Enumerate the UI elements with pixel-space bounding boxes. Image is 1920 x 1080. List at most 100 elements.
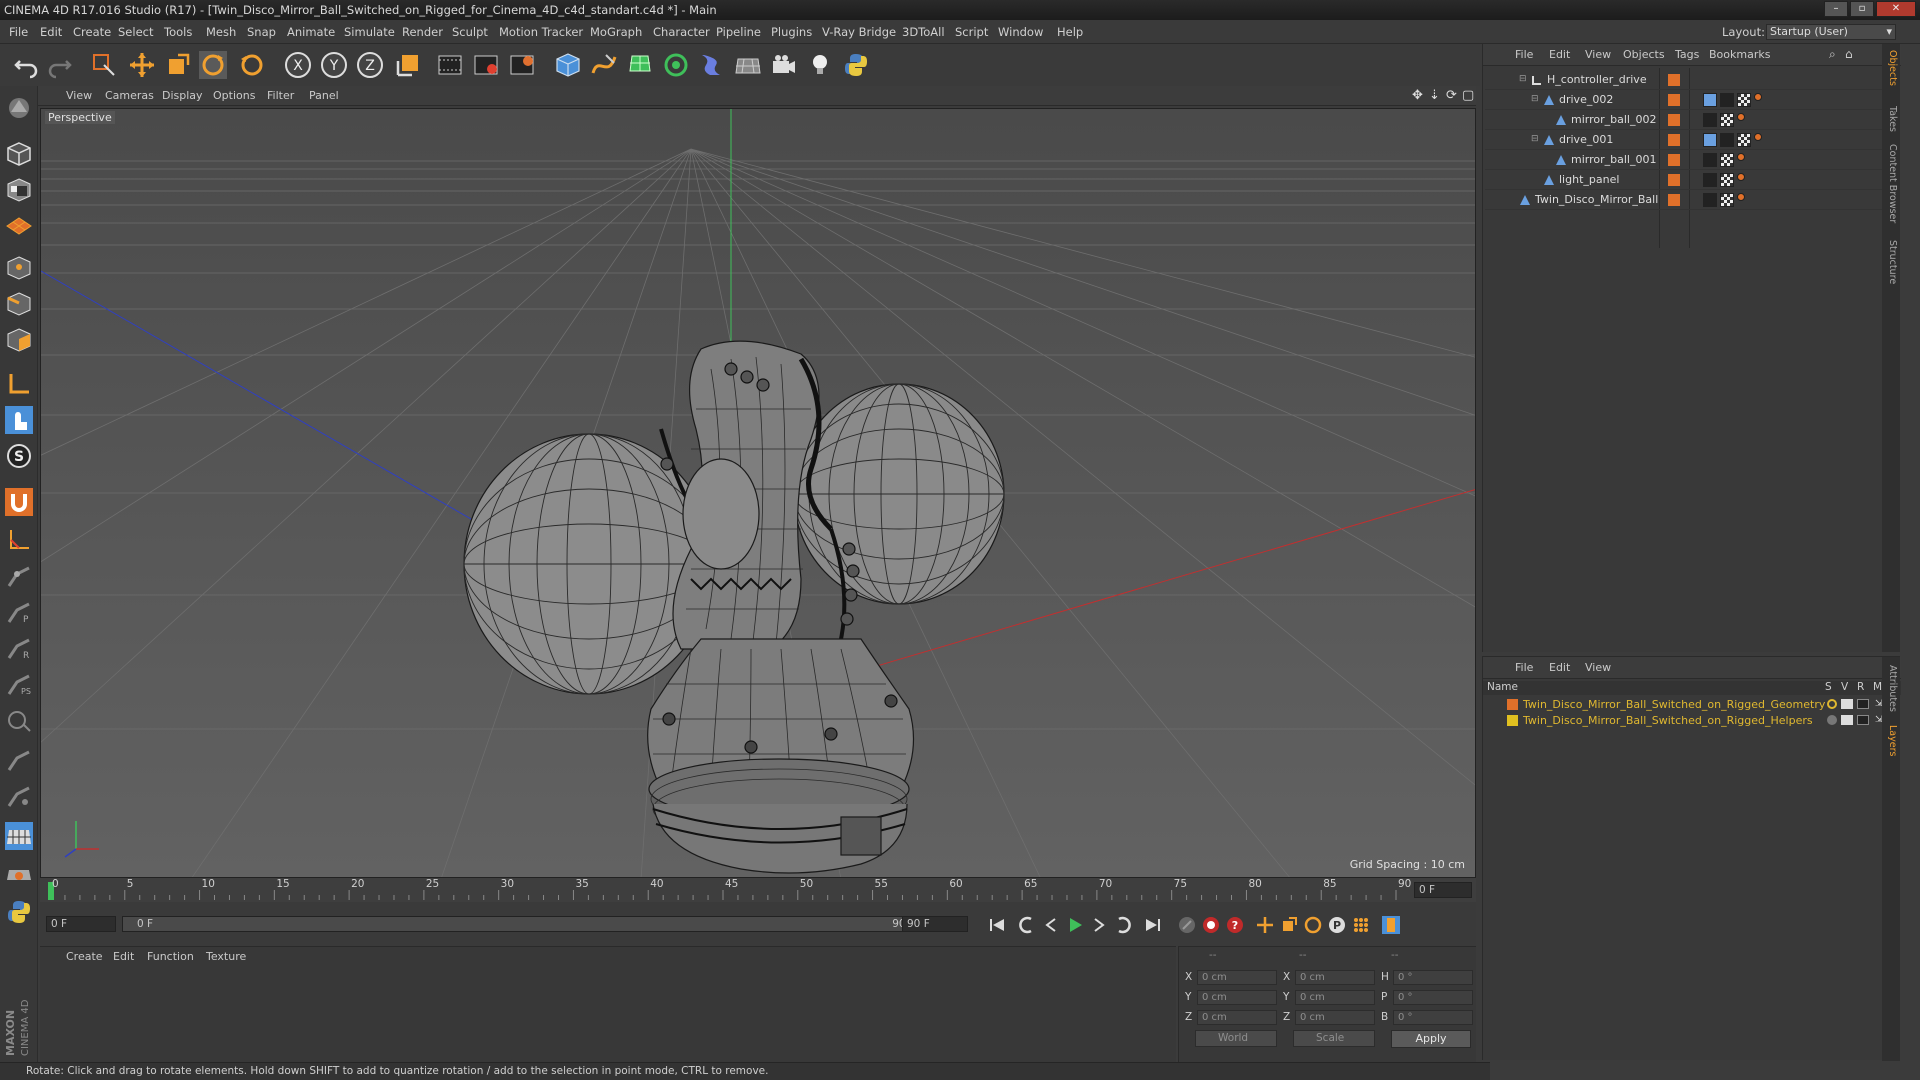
obj-menu-objects[interactable]: Objects [1623, 44, 1665, 66]
coord-rot-p-field[interactable]: 0 ° [1393, 990, 1473, 1005]
render-picture-viewer-icon[interactable] [470, 49, 502, 81]
key-rotation-icon[interactable] [1302, 914, 1324, 936]
ik-tag-icon[interactable] [1703, 133, 1717, 147]
texture-tag-icon[interactable] [1720, 153, 1734, 167]
display-tag-icon[interactable] [1720, 93, 1734, 107]
subdivision-icon[interactable] [624, 49, 656, 81]
obj-menu-edit[interactable]: Edit [1549, 44, 1570, 66]
tag-dot-icon[interactable] [1737, 173, 1745, 181]
obj-menu-tags[interactable]: Tags [1675, 44, 1699, 66]
keyframe-selection-icon[interactable]: ? [1224, 914, 1246, 936]
snap-icon[interactable]: S [3, 440, 35, 472]
layer-color-swatch[interactable] [1668, 154, 1680, 166]
coord-rot-h-field[interactable]: 0 ° [1393, 970, 1473, 985]
viewport-menu-view[interactable]: View [66, 86, 92, 106]
start-frame-field[interactable]: 0 F [46, 916, 116, 932]
coord-size-z-field[interactable]: 0 cm [1295, 1010, 1375, 1025]
material-menu-function[interactable]: Function [147, 947, 194, 967]
texture-tag-icon[interactable] [1720, 173, 1734, 187]
texture-tag-icon[interactable] [1737, 93, 1751, 107]
pose-morph-icon[interactable] [3, 704, 35, 736]
redo-icon[interactable] [44, 49, 76, 81]
play-icon[interactable] [1064, 914, 1086, 936]
checkered-plane-icon[interactable] [3, 820, 35, 852]
axis-mode-icon[interactable] [3, 368, 35, 400]
timeline-layout-icon[interactable] [1380, 914, 1402, 936]
obj-menu-file[interactable]: File [1515, 44, 1533, 66]
menu-motion-tracker[interactable]: Motion Tracker [499, 20, 583, 44]
menu-pipeline[interactable]: Pipeline [716, 20, 761, 44]
next-key-icon[interactable] [1112, 914, 1134, 936]
viewport-menu-cameras[interactable]: Cameras [105, 86, 154, 106]
texture-tag-icon[interactable] [1720, 193, 1734, 207]
layer-menu-view[interactable]: View [1585, 657, 1611, 679]
obj-home-icon[interactable]: ⌂ [1845, 47, 1853, 61]
obj-menu-bookmarks[interactable]: Bookmarks [1709, 44, 1770, 66]
menu-simulate[interactable]: Simulate [344, 20, 395, 44]
workplane-icon[interactable] [3, 210, 35, 242]
side-tab-objects[interactable]: Objects [1884, 50, 1898, 86]
texture-mode-icon[interactable] [3, 174, 35, 206]
points-mode-icon[interactable] [3, 252, 35, 284]
previous-frame-icon[interactable] [1040, 914, 1062, 936]
layout-dropdown[interactable]: Startup (User) [1766, 24, 1896, 40]
solo-toggle-icon[interactable] [1827, 715, 1837, 725]
key-pla-icon[interactable] [1350, 914, 1372, 936]
side-tab-takes[interactable]: Takes [1884, 106, 1898, 132]
material-menu-edit[interactable]: Edit [113, 947, 134, 967]
object-row-twin-disco-mirror-ball[interactable]: Twin_Disco_Mirror_Ball [1485, 190, 1899, 210]
object-row-light-panel[interactable]: light_panel [1485, 170, 1899, 190]
menu-create[interactable]: Create [73, 20, 111, 44]
undo-icon[interactable] [10, 49, 42, 81]
collapse-icon[interactable]: ⊟ [1519, 74, 1527, 84]
coordinate-system-icon[interactable] [392, 49, 424, 81]
viewport-menu-options[interactable]: Options [213, 86, 255, 106]
menu-mesh[interactable]: Mesh [206, 20, 236, 44]
viewport-maximize-icon[interactable]: ▢ [1462, 88, 1474, 103]
coord-size-x-field[interactable]: 0 cm [1295, 970, 1375, 985]
viewport-menu-display[interactable]: Display [162, 86, 203, 106]
viewport-zoom-icon[interactable]: ⇣ [1429, 88, 1440, 103]
tag-dot-icon[interactable] [1737, 113, 1745, 121]
layer-row-geometry[interactable]: Twin_Disco_Mirror_Ball_Switched_on_Rigge… [1483, 697, 1901, 712]
model-mode-icon[interactable] [3, 138, 35, 170]
object-row-mirror-ball-002[interactable]: mirror_ball_002 [1485, 110, 1899, 130]
menu-character[interactable]: Character [653, 20, 710, 44]
material-menu-create[interactable]: Create [66, 947, 103, 967]
edges-mode-icon[interactable] [3, 288, 35, 320]
next-frame-icon[interactable] [1088, 914, 1110, 936]
menu-script[interactable]: Script [955, 20, 988, 44]
brush-tool-icon[interactable] [3, 744, 35, 776]
z-axis-icon[interactable]: Z [354, 49, 386, 81]
viewport-rotate-icon[interactable]: ⟳ [1446, 88, 1457, 103]
side-tab-layers[interactable]: Layers [1884, 725, 1898, 756]
menu-sculpt[interactable]: Sculpt [452, 20, 488, 44]
menu-window[interactable]: Window [998, 20, 1043, 44]
layer-row-helpers[interactable]: Twin_Disco_Mirror_Ball_Switched_on_Rigge… [1483, 713, 1901, 728]
key-scale-icon[interactable] [1278, 914, 1300, 936]
make-editable-icon[interactable] [3, 92, 35, 124]
display-tag-icon[interactable] [1720, 133, 1734, 147]
layer-menu-edit[interactable]: Edit [1549, 657, 1570, 679]
ik-tag-icon[interactable] [1703, 93, 1717, 107]
go-to-end-icon[interactable] [1142, 914, 1164, 936]
object-row-mirror-ball-001[interactable]: mirror_ball_001 [1485, 150, 1899, 170]
key-position-icon[interactable] [1254, 914, 1276, 936]
viewport-camera-label[interactable]: Perspective [45, 111, 115, 124]
texture-tag-icon[interactable] [1737, 133, 1751, 147]
coord-size-y-field[interactable]: 0 cm [1295, 990, 1375, 1005]
ik-tool-icon[interactable] [3, 560, 35, 592]
coord-pos-x-field[interactable]: 0 cm [1197, 970, 1277, 985]
coord-scale-dropdown[interactable]: Scale [1293, 1030, 1375, 1047]
end-frame-field[interactable]: 90 F [902, 916, 968, 932]
render-toggle-icon[interactable] [1857, 715, 1869, 725]
deformer-icon[interactable] [696, 49, 728, 81]
layer-color-swatch[interactable] [1668, 174, 1680, 186]
collapse-icon[interactable]: ⊟ [1531, 134, 1539, 144]
menu-help[interactable]: Help [1057, 20, 1083, 44]
frame-range-slider[interactable]: 0 F 90 F [122, 916, 934, 932]
recent-tool-icon[interactable] [236, 49, 268, 81]
3d-viewport[interactable]: Perspective Grid Spacing : 10 cm [40, 108, 1476, 878]
sculpt-pose-icon[interactable]: PS [3, 668, 35, 700]
layer-color-swatch[interactable] [1668, 74, 1680, 86]
